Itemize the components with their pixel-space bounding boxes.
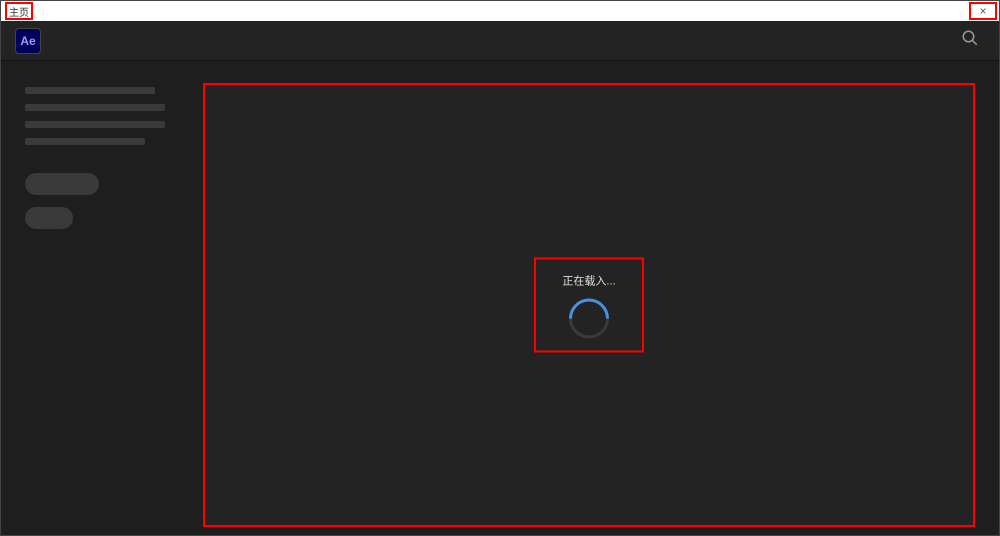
sidebar bbox=[1, 61, 191, 535]
loading-spinner bbox=[569, 298, 609, 338]
spinner-arc bbox=[561, 290, 618, 347]
loading-text: 正在载入... bbox=[562, 272, 615, 288]
sidebar-skeleton-pill bbox=[25, 207, 73, 229]
sidebar-skeleton-line bbox=[25, 87, 155, 94]
app-logo[interactable]: Ae bbox=[15, 28, 41, 54]
sidebar-skeleton-line bbox=[25, 121, 165, 128]
titlebar: 主页 × bbox=[1, 1, 999, 21]
search-icon[interactable] bbox=[961, 29, 979, 52]
body-area: 正在载入... bbox=[1, 61, 999, 535]
logo-text: Ae bbox=[20, 34, 35, 48]
sidebar-skeleton-line bbox=[25, 138, 145, 145]
main-content: 正在载入... bbox=[203, 83, 975, 527]
app-header: Ae bbox=[1, 21, 999, 61]
close-highlight: × bbox=[969, 2, 997, 20]
title-highlight: 主页 bbox=[5, 2, 33, 20]
window-title: 主页 bbox=[9, 4, 29, 19]
close-button[interactable]: × bbox=[979, 5, 986, 17]
loading-box: 正在载入... bbox=[534, 258, 644, 353]
sidebar-skeleton-pill bbox=[25, 173, 99, 195]
sidebar-skeleton-line bbox=[25, 104, 165, 111]
